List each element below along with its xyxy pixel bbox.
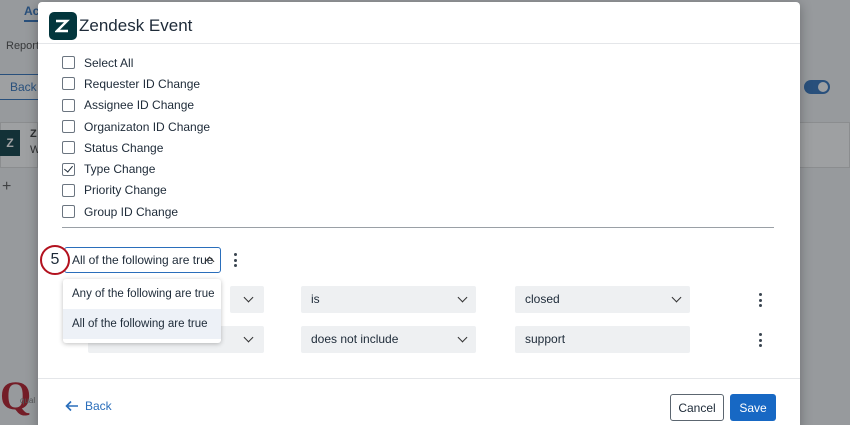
condition-logic-select[interactable]: All of the following are true [64,247,221,273]
chevron-down-icon [457,332,468,343]
checkbox-checked[interactable] [62,162,75,176]
checkbox[interactable] [62,120,75,134]
checkbox-label: Select All [84,55,134,70]
save-button[interactable]: Save [730,394,776,421]
arrow-left-icon [65,400,78,412]
dropdown-option-any[interactable]: Any of the following are true [63,279,221,309]
step-number-badge: 5 [40,245,70,275]
checkbox[interactable] [62,98,75,112]
checkbox-row-priority-change[interactable]: Priority Change [62,180,210,201]
checkbox[interactable] [62,141,75,155]
back-link[interactable]: Back [65,399,112,413]
condition-value-select-1[interactable]: closed [515,286,690,313]
checkbox-row-assignee-id-change[interactable]: Assignee ID Change [62,95,210,116]
event-checkbox-list: Select All Requester ID Change Assignee … [62,52,210,222]
cancel-button[interactable]: Cancel [670,394,724,421]
condition-field-select-1[interactable] [230,286,264,313]
modal-footer-divider [38,378,800,379]
condition-logic-value: All of the following are true [72,253,214,267]
checkbox-label: Status Change [84,140,164,155]
checkbox-label: Priority Change [84,183,167,198]
checkbox-row-requester-id-change[interactable]: Requester ID Change [62,73,210,94]
modal-header: Zendesk Event [38,2,800,44]
condition-row-menu-icon[interactable] [759,333,763,350]
checkbox-row-status-change[interactable]: Status Change [62,137,210,158]
checkbox[interactable] [62,77,75,91]
checkbox-label: Type Change [84,162,156,177]
condition-row-menu-icon[interactable] [759,293,763,310]
zendesk-logo-icon [49,12,77,40]
zendesk-event-modal: Zendesk Event Select All Requester ID Ch… [38,2,800,425]
section-divider [62,227,774,228]
chevron-down-icon [671,292,682,303]
condition-operator-select-2[interactable]: does not include [301,326,476,353]
condition-logic-dropdown: Any of the following are true All of the… [63,279,221,343]
checkbox-row-select-all[interactable]: Select All [62,52,210,73]
chevron-down-icon [457,292,468,303]
checkbox-label: Organizaton ID Change [84,119,211,134]
back-label: Back [85,399,112,413]
dropdown-option-all[interactable]: All of the following are true [63,309,221,339]
checkbox-row-organization-id-change[interactable]: Organizaton ID Change [62,116,210,137]
chevron-down-icon [243,292,254,303]
checkbox-label: Group ID Change [84,204,179,219]
chevron-down-icon [243,332,254,343]
checkbox-row-group-id-change[interactable]: Group ID Change [62,201,210,222]
operator-value: does not include [311,332,399,346]
checkbox[interactable] [62,205,75,219]
modal-title: Zendesk Event [79,16,193,35]
condition-value: support [525,332,566,346]
condition-value-input-2[interactable]: support [515,326,690,353]
condition-operator-select-1[interactable]: is [301,286,476,313]
operator-value: is [311,292,320,306]
checkbox[interactable] [62,56,75,70]
checkbox-label: Assignee ID Change [84,98,195,113]
condition-value: closed [525,292,560,306]
checkbox-label: Requester ID Change [84,76,201,91]
checkbox[interactable] [62,183,75,197]
condition-group-menu-icon[interactable] [234,253,238,270]
checkbox-row-type-change[interactable]: Type Change [62,158,210,179]
